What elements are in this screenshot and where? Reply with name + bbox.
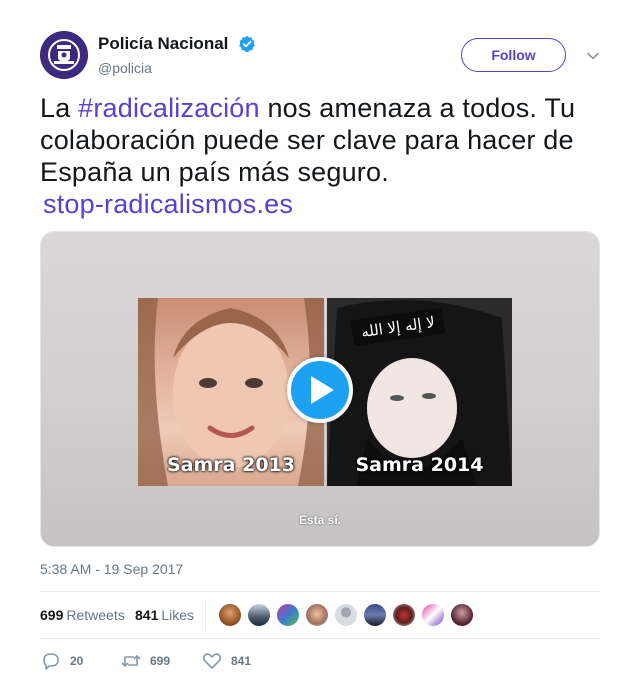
liker-avatar[interactable] <box>334 603 358 627</box>
liker-avatar[interactable] <box>392 603 416 627</box>
likes-count: 841 <box>135 607 159 623</box>
heart-icon <box>202 653 222 669</box>
likes-label: Likes <box>161 607 195 623</box>
reply-count: 20 <box>70 654 84 668</box>
retweets-label: Retweets <box>66 607 125 623</box>
retweets-count: 699 <box>40 607 64 623</box>
liker-avatar[interactable] <box>218 603 242 627</box>
photo-before-label: Samra 2013 <box>167 454 295 476</box>
photo-after: لا إله إلا الله Samra 2014 <box>327 298 512 486</box>
liker-avatar[interactable] <box>276 603 300 627</box>
liker-avatar[interactable] <box>305 603 329 627</box>
reply-icon <box>43 653 59 670</box>
play-button[interactable] <box>287 357 353 423</box>
chevron-down-icon[interactable] <box>586 49 600 63</box>
police-badge-icon <box>40 31 88 79</box>
liker-avatar[interactable] <box>247 603 271 627</box>
verified-badge-icon <box>238 35 255 53</box>
tweet-stats: 699 Retweets 841 Likes <box>40 591 600 639</box>
liker-avatar[interactable] <box>421 603 445 627</box>
external-link[interactable]: stop-radicalismos.es <box>40 188 600 220</box>
tweet-header: Policía Nacional @policia Follow <box>40 31 600 81</box>
photo-after-label: Samra 2014 <box>355 454 484 476</box>
liker-avatar[interactable] <box>363 603 387 627</box>
tweet-text-start: La <box>40 93 79 123</box>
handle[interactable]: @policia <box>98 60 256 76</box>
play-icon <box>311 376 334 404</box>
follow-button[interactable]: Follow <box>461 38 566 72</box>
tweet-timestamp[interactable]: 5:38 AM - 19 Sep 2017 <box>40 561 183 577</box>
retweet-count: 699 <box>150 654 171 668</box>
video-player[interactable]: Samra 2013 لا إله إلا الله Samra 2014 Es… <box>40 231 600 547</box>
tweet-text: La #radicalización nos amenaza a todos. … <box>40 92 600 220</box>
avatar[interactable] <box>40 31 88 79</box>
likes-stat[interactable]: 841 Likes <box>135 607 194 623</box>
stats-divider <box>205 600 206 632</box>
like-count: 841 <box>231 654 252 668</box>
liker-avatar[interactable] <box>450 603 474 627</box>
display-name[interactable]: Policía Nacional <box>98 34 228 54</box>
retweet-icon <box>121 654 141 668</box>
hashtag-link[interactable]: #radicalización <box>78 93 260 123</box>
video-caption: Esta sí. <box>298 513 342 527</box>
author-info: Policía Nacional @policia <box>98 34 256 76</box>
tweet-actions: 20 699 841 <box>40 648 600 674</box>
retweets-stat[interactable]: 699 Retweets <box>40 607 125 623</box>
